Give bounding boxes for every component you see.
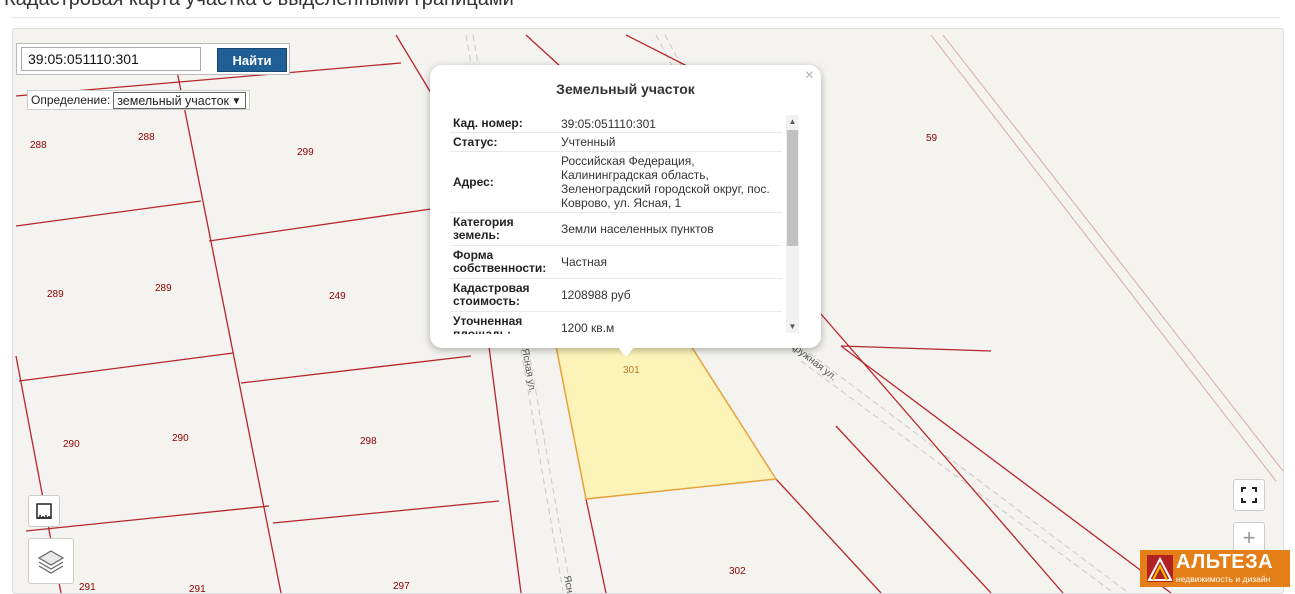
attribute-value: Российская Федерация, Калининградская об… [561,154,770,210]
plot-label: 288 [138,132,155,143]
scrollbar-thumb[interactable] [787,130,798,246]
plot-label: 290 [172,433,189,444]
ruler-icon [36,503,52,519]
definition-label: Определение: [31,93,111,107]
attribute-label: Статус: [453,134,498,149]
popup-title: Земельный участок [556,81,695,97]
plot-label: 289 [47,289,64,300]
attribute-label: Адрес: [453,174,494,189]
attribute-row: Категория земель: Земли населенных пункт… [450,213,782,246]
fullscreen-icon [1241,487,1257,503]
attribute-value: Частная [561,255,607,269]
logo-slogan: недвижимость и дизайн [1176,574,1271,584]
parcel-attributes-table[interactable]: Кад. номер: 39:05:051110:301 Статус: Учт… [450,115,782,334]
attribute-row: Кад. номер: 39:05:051110:301 [450,115,782,133]
attribute-label: Форма собственности: [453,248,547,275]
attribute-row: Уточненная площадь: 1200 кв.м [450,312,782,335]
find-button[interactable]: Найти [217,48,287,72]
plot-label: 59 [926,133,938,144]
logo-name: АЛЬТЕЗА [1176,551,1274,573]
definition-select[interactable]: земельный участок ▼ [113,91,247,109]
page-header: Кадастровая карта участка с выделенными … [0,0,1295,16]
plot-label: 298 [360,436,377,447]
ruler-button[interactable] [28,495,60,527]
attribute-label: Категория земель: [453,215,514,242]
plot-label: 249 [329,291,346,302]
altesa-logo: АЛЬТЕЗА недвижимость и дизайн [1140,550,1290,587]
plot-label: 302 [729,566,746,577]
plot-label: 288 [30,140,47,151]
attribute-row: Кадастровая стоимость: 1208988 руб [450,279,782,312]
attribute-label: Уточненная площадь: [453,314,523,335]
attribute-value: 1208988 руб [561,288,631,302]
plot-label-selected: 301 [623,365,640,376]
definition-panel: Определение: земельный участок ▼ [27,90,251,110]
attribute-row: Статус: Учтенный [450,133,782,152]
attribute-label: Кад. номер: [453,116,523,130]
logo-mark-icon [1147,555,1173,582]
plot-label: 297 [393,581,410,592]
attribute-value: Земли населенных пунктов [561,222,714,236]
street-label: Ясная ул. [519,348,538,394]
attribute-row: Форма собственности: Частная [450,246,782,279]
plot-label: 291 [79,582,96,593]
chevron-down-icon[interactable]: ▼ [786,320,799,333]
chevron-up-icon[interactable]: ▲ [786,115,799,128]
attribute-label: Кадастровая стоимость: [453,281,530,308]
layers-icon [37,550,65,574]
plot-label: 290 [63,439,80,450]
parcel-info-popup: × Земельный участок Кад. номер: 39:05:05… [430,65,821,357]
popup-scrollbar[interactable]: ▲ ▼ [786,115,799,333]
page-title: Кадастровая карта участка с выделенными … [4,0,514,11]
chevron-down-icon: ▼ [231,95,242,107]
fullscreen-button[interactable] [1233,479,1265,511]
popup-pointer [617,346,635,357]
definition-select-value: земельный участок [117,93,230,108]
attribute-value: 1200 кв.м [561,321,615,334]
header-divider [12,17,1280,18]
attribute-value: Учтенный [561,135,616,149]
layers-button[interactable] [28,538,74,584]
street-label: Ясная ул. [561,575,580,593]
attribute-row: Адрес: Российская Федерация, Калининград… [450,152,782,213]
attribute-value: 39:05:051110:301 [561,116,656,131]
plot-label: 299 [297,147,314,158]
plot-label: 289 [155,283,172,294]
cadastral-number-input[interactable]: 39:05:051110:301 [21,47,201,71]
search-panel: 39:05:051110:301 Найти [16,43,290,75]
